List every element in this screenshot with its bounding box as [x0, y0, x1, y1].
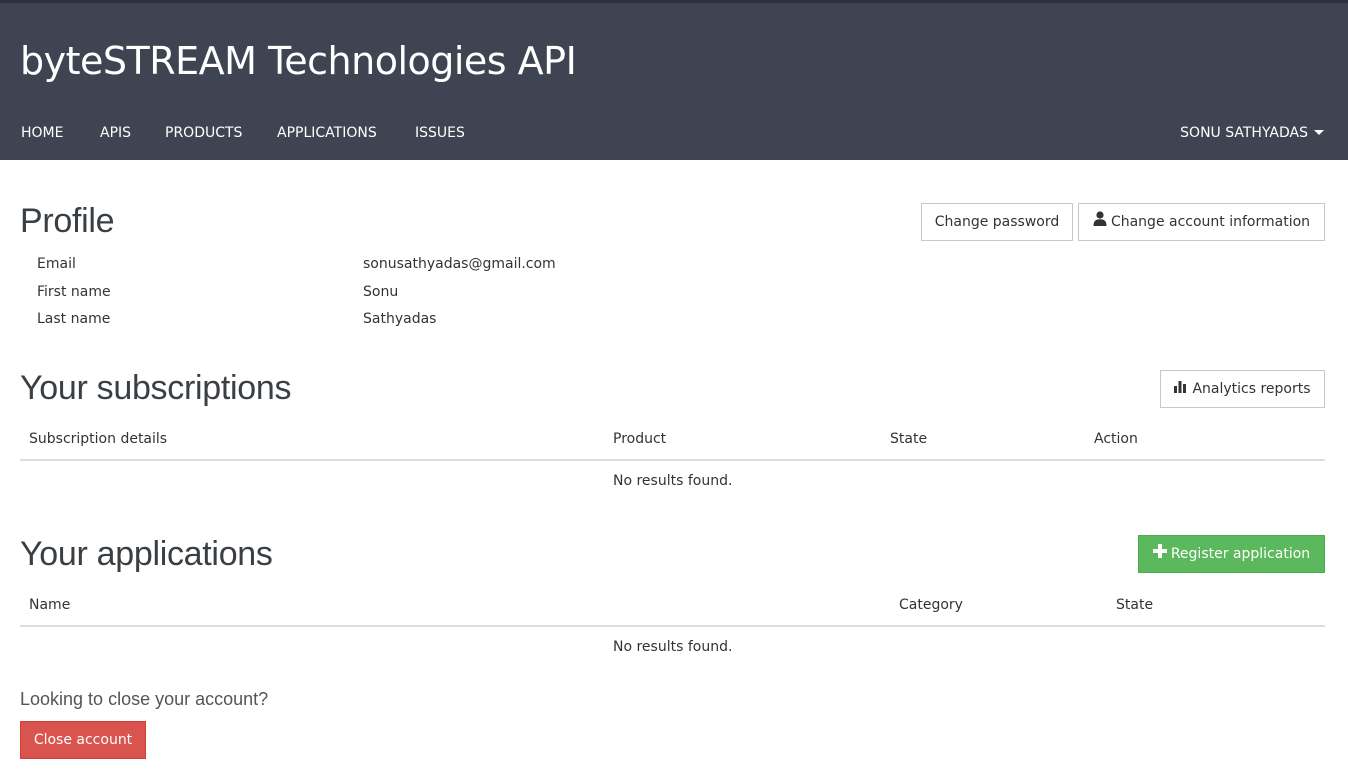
site-header: byteSTREAM Technologies API HOME APIS PR…	[0, 3, 1348, 160]
col-name: Name	[29, 597, 71, 613]
applications-table-divider	[20, 625, 1325, 627]
col-category: Category	[899, 597, 963, 613]
close-account-question: Looking to close your account?	[20, 689, 269, 709]
plus-icon	[1152, 536, 1167, 572]
col-action: Action	[1094, 431, 1138, 447]
subscriptions-heading: Your subscriptions	[20, 369, 292, 407]
user-name: SONU SATHYADAS	[1180, 125, 1308, 141]
subscriptions-empty-message: No results found.	[613, 473, 733, 489]
user-icon	[1093, 204, 1107, 240]
subscriptions-table-divider	[20, 459, 1325, 461]
analytics-reports-label: Analytics reports	[1192, 381, 1311, 397]
first-name-value: Sonu	[363, 284, 399, 300]
nav-products[interactable]: PRODUCTS	[165, 121, 242, 145]
change-account-button[interactable]: Change account information	[1078, 203, 1325, 241]
change-password-label: Change password	[934, 214, 1060, 230]
nav-issues[interactable]: ISSUES	[415, 121, 465, 145]
close-account-label: Close account	[33, 732, 133, 748]
change-account-label: Change account information	[1110, 214, 1311, 230]
change-password-button[interactable]: Change password	[921, 203, 1073, 241]
close-account-button[interactable]: Close account	[20, 721, 146, 759]
nav-apis[interactable]: APIS	[100, 121, 131, 145]
col-app-state: State	[1116, 597, 1154, 613]
last-name-value: Sathyadas	[363, 311, 437, 327]
nav-applications[interactable]: APPLICATIONS	[277, 121, 377, 145]
col-subscription-details: Subscription details	[29, 431, 168, 447]
col-state: State	[890, 431, 928, 447]
register-application-button[interactable]: Register application	[1138, 535, 1325, 573]
last-name-label: Last name	[37, 311, 111, 327]
first-name-label: First name	[37, 284, 111, 300]
bar-chart-icon	[1174, 371, 1188, 407]
analytics-reports-button[interactable]: Analytics reports	[1160, 370, 1325, 408]
nav-home[interactable]: HOME	[21, 121, 63, 145]
email-label: Email	[37, 256, 76, 272]
site-title[interactable]: byteSTREAM Technologies API	[20, 39, 577, 83]
col-product: Product	[613, 431, 667, 447]
user-menu[interactable]: SONU SATHYADAS	[1180, 121, 1324, 145]
applications-empty-message: No results found.	[613, 639, 733, 655]
main-nav: HOME APIS PRODUCTS APPLICATIONS ISSUES S…	[0, 121, 1348, 145]
register-application-label: Register application	[1170, 546, 1311, 562]
email-value: sonusathyadas@gmail.com	[363, 256, 556, 272]
applications-heading: Your applications	[20, 535, 273, 573]
profile-heading: Profile	[20, 202, 115, 240]
caret-down-icon	[1314, 129, 1324, 135]
